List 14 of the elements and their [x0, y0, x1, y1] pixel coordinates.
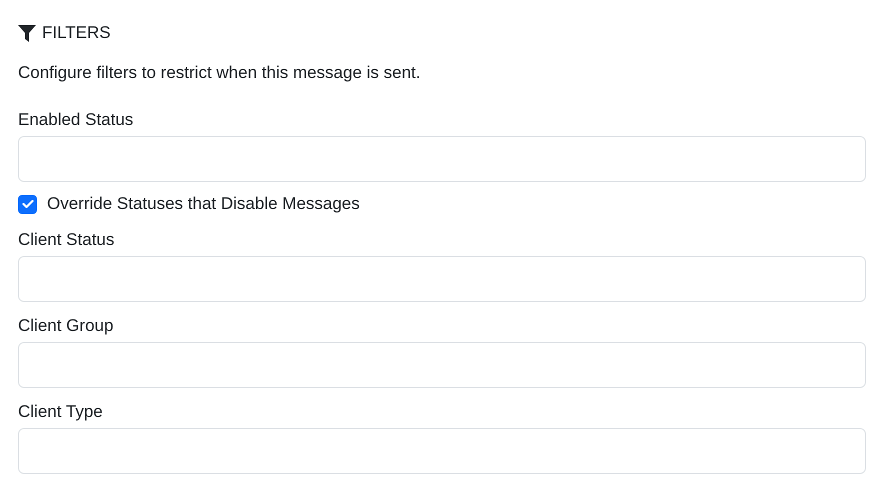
checkbox[interactable] — [18, 194, 37, 214]
field-label: Client Type — [18, 401, 103, 423]
check-icon — [22, 199, 34, 209]
checkbox-label: Override Statuses that Disable Messages — [47, 194, 360, 214]
section-title: FILTERS — [42, 23, 111, 43]
section-description: Configure filters to restrict when this message is sent. — [18, 62, 422, 84]
field-label: Client Status — [18, 229, 114, 251]
field-label: Enabled Status — [18, 109, 134, 131]
filter-icon — [18, 24, 36, 42]
input-field[interactable] — [18, 136, 866, 182]
field-label: Client Group — [18, 315, 114, 337]
input-field[interactable] — [18, 342, 866, 388]
input-field[interactable] — [18, 428, 866, 474]
input-field[interactable] — [18, 256, 866, 302]
